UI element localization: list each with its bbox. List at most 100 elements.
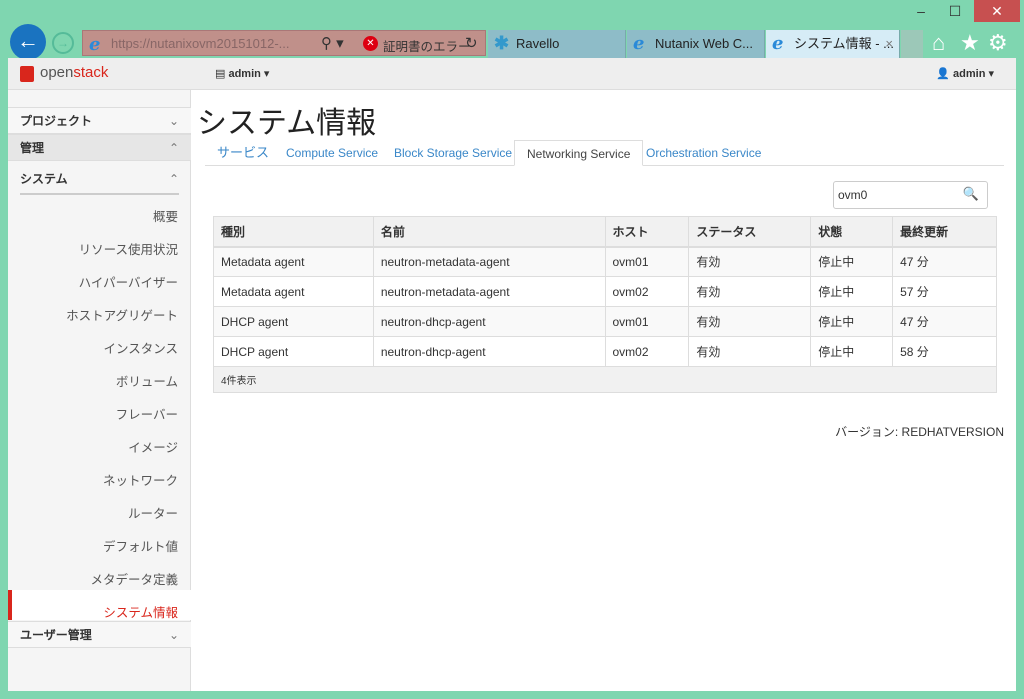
tab-orchestration-service[interactable]: Orchestration Service (634, 140, 773, 166)
table-cell: DHCP agent (213, 336, 374, 367)
ie-icon: e (772, 33, 784, 54)
ravello-icon: ✱ (494, 33, 510, 54)
close-window-button[interactable]: ✕ (974, 0, 1020, 22)
table-cell: ovm01 (604, 246, 690, 277)
sidebar-section-admin[interactable]: 管理 ⌃ (8, 134, 191, 161)
sidebar-item[interactable]: システム情報 (103, 602, 178, 621)
tab-サービス[interactable]: サービス (205, 140, 281, 166)
sidebar-item[interactable]: ハイパーバイザー (79, 272, 178, 291)
chevron-up-icon: ⌃ (168, 172, 179, 186)
chevron-up-icon: ⌃ (168, 141, 179, 155)
search-icon[interactable]: 🔍 (963, 186, 979, 202)
project-menu[interactable]: ▤ admin ▾ (215, 67, 269, 80)
table-cell: 57 分 (892, 276, 997, 307)
sidebar-section-identity[interactable]: ユーザー管理 ⌄ (8, 621, 191, 648)
tab-nutanix[interactable]: e Nutanix Web C... (627, 30, 765, 58)
gear-icon[interactable]: ⚙ (988, 30, 1008, 56)
sidebar-item[interactable]: メタデータ定義 (90, 569, 178, 588)
table-footer: 4件表示 (213, 366, 997, 393)
sidebar-item[interactable]: イメージ (128, 437, 178, 456)
sidebar-item[interactable]: インスタンス (103, 338, 178, 357)
section-label: システム (20, 172, 68, 186)
sidebar-item[interactable]: ホストアグリゲート (66, 305, 178, 324)
home-icon[interactable]: ⌂ (932, 30, 945, 56)
version-text: バージョン: REDHATVERSION (835, 425, 1004, 439)
column-header[interactable]: ステータス (688, 216, 812, 248)
minimize-button[interactable]: – (906, 0, 936, 22)
ie-icon: e (89, 34, 101, 55)
back-button[interactable]: ← (10, 24, 46, 60)
star-icon[interactable]: ★ (960, 30, 980, 56)
tab-networking-service[interactable]: Networking Service (514, 140, 644, 166)
project-label: admin (228, 68, 261, 80)
table-cell: 停止中 (810, 246, 894, 277)
table-cell: neutron-metadata-agent (372, 276, 606, 307)
logo-text[interactable]: openstack (40, 64, 108, 81)
search-input[interactable]: ovm0 🔍 (833, 181, 988, 209)
table-row: Metadata agent neutron-metadata-agent ovm0… (213, 276, 997, 307)
section-label: プロジェクト (20, 114, 93, 128)
column-header[interactable]: 名前 (372, 216, 606, 248)
tab-system-info[interactable]: e システム情報 - ... × (766, 30, 900, 58)
column-header[interactable]: 最終更新 (892, 216, 997, 248)
table-cell: DHCP agent (213, 306, 374, 337)
table-cell: neutron-metadata-agent (372, 246, 606, 277)
tab-compute-service[interactable]: Compute Service (274, 140, 390, 166)
table-row: DHCP agent neutron-dhcp-agent ovm02 有効 停止中 58… (213, 336, 997, 367)
table-cell: Metadata agent (213, 246, 374, 277)
section-label: 管理 (20, 141, 45, 155)
refresh-icon[interactable]: ↻ (465, 34, 478, 52)
openstack-logo-icon (20, 66, 34, 82)
user-menu[interactable]: 👤 admin ▾ (936, 67, 994, 80)
divider (20, 193, 179, 195)
table-cell: 有効 (688, 306, 812, 337)
forward-button[interactable]: → (52, 32, 74, 54)
tab-label: Ravello (516, 36, 560, 51)
sidebar-item[interactable]: ルーター (128, 503, 178, 522)
table-cell: 47 分 (892, 246, 997, 277)
table-row: Metadata agent neutron-metadata-agent ovm0… (213, 246, 997, 277)
chevron-down-icon: ⌄ (168, 628, 179, 642)
table-row: DHCP agent neutron-dhcp-agent ovm01 有効 停止中 47… (213, 306, 997, 337)
user-label: admin (953, 68, 986, 80)
table-cell: 有効 (688, 336, 812, 367)
table-cell: 停止中 (810, 276, 894, 307)
agents-table: 種別 名前 ホスト ステータス 状態 最終更新 Metadata agent neutron… (213, 216, 997, 393)
tab-label: Nutanix Web C... (655, 36, 754, 51)
table-cell: 58 分 (892, 336, 997, 367)
sidebar-item[interactable]: ネットワーク (103, 470, 178, 489)
url-text: https://nutanixovm20151012-... (111, 36, 290, 51)
sidebar-item[interactable]: フレーバー (116, 404, 178, 423)
sidebar-section-system[interactable]: システム ⌃ (8, 166, 191, 193)
table-cell: 停止中 (810, 306, 894, 337)
table-cell: neutron-dhcp-agent (372, 306, 606, 337)
sidebar-item[interactable]: ボリューム (116, 371, 178, 390)
section-label: ユーザー管理 (20, 628, 92, 642)
sidebar-item[interactable]: リソース使用状況 (79, 239, 178, 258)
address-bar[interactable]: e https://nutanixovm20151012-... ⚲ ▾ ✕ 証… (82, 30, 486, 56)
column-header[interactable]: 種別 (213, 216, 374, 248)
new-tab-button[interactable] (901, 30, 923, 58)
table-cell: neutron-dhcp-agent (372, 336, 606, 367)
sidebar-section-project[interactable]: プロジェクト ⌄ (8, 107, 191, 134)
tab-ravello[interactable]: ✱ Ravello (488, 30, 626, 58)
ie-icon: e (633, 33, 645, 54)
sidebar: プロジェクト ⌄ 管理 ⌃ システム ⌃ 概要 リソース使用状況 ハイパーバイザー ホストア… (8, 90, 191, 691)
close-tab-icon[interactable]: × (885, 30, 893, 58)
search-icon[interactable]: ⚲ ▾ (321, 34, 344, 52)
sidebar-item[interactable]: 概要 (153, 206, 178, 225)
sidebar-item[interactable]: デフォルト値 (103, 536, 178, 555)
cert-error[interactable]: 証明書のエラー (383, 36, 471, 55)
tab-block-storage-service[interactable]: Block Storage Service (382, 140, 524, 166)
table-cell: ovm01 (604, 306, 690, 337)
openstack-header: openstack ▤ admin ▾ 👤 admin ▾ (8, 58, 1016, 90)
table-cell: 有効 (688, 246, 812, 277)
page-title: システム情報 (197, 107, 377, 140)
maximize-button[interactable]: ☐ (940, 0, 970, 22)
column-header[interactable]: 状態 (810, 216, 894, 248)
table-cell: ovm02 (604, 276, 690, 307)
column-header[interactable]: ホスト (604, 216, 690, 248)
table-cell: 停止中 (810, 336, 894, 367)
table-cell: ovm02 (604, 336, 690, 367)
table-cell: Metadata agent (213, 276, 374, 307)
